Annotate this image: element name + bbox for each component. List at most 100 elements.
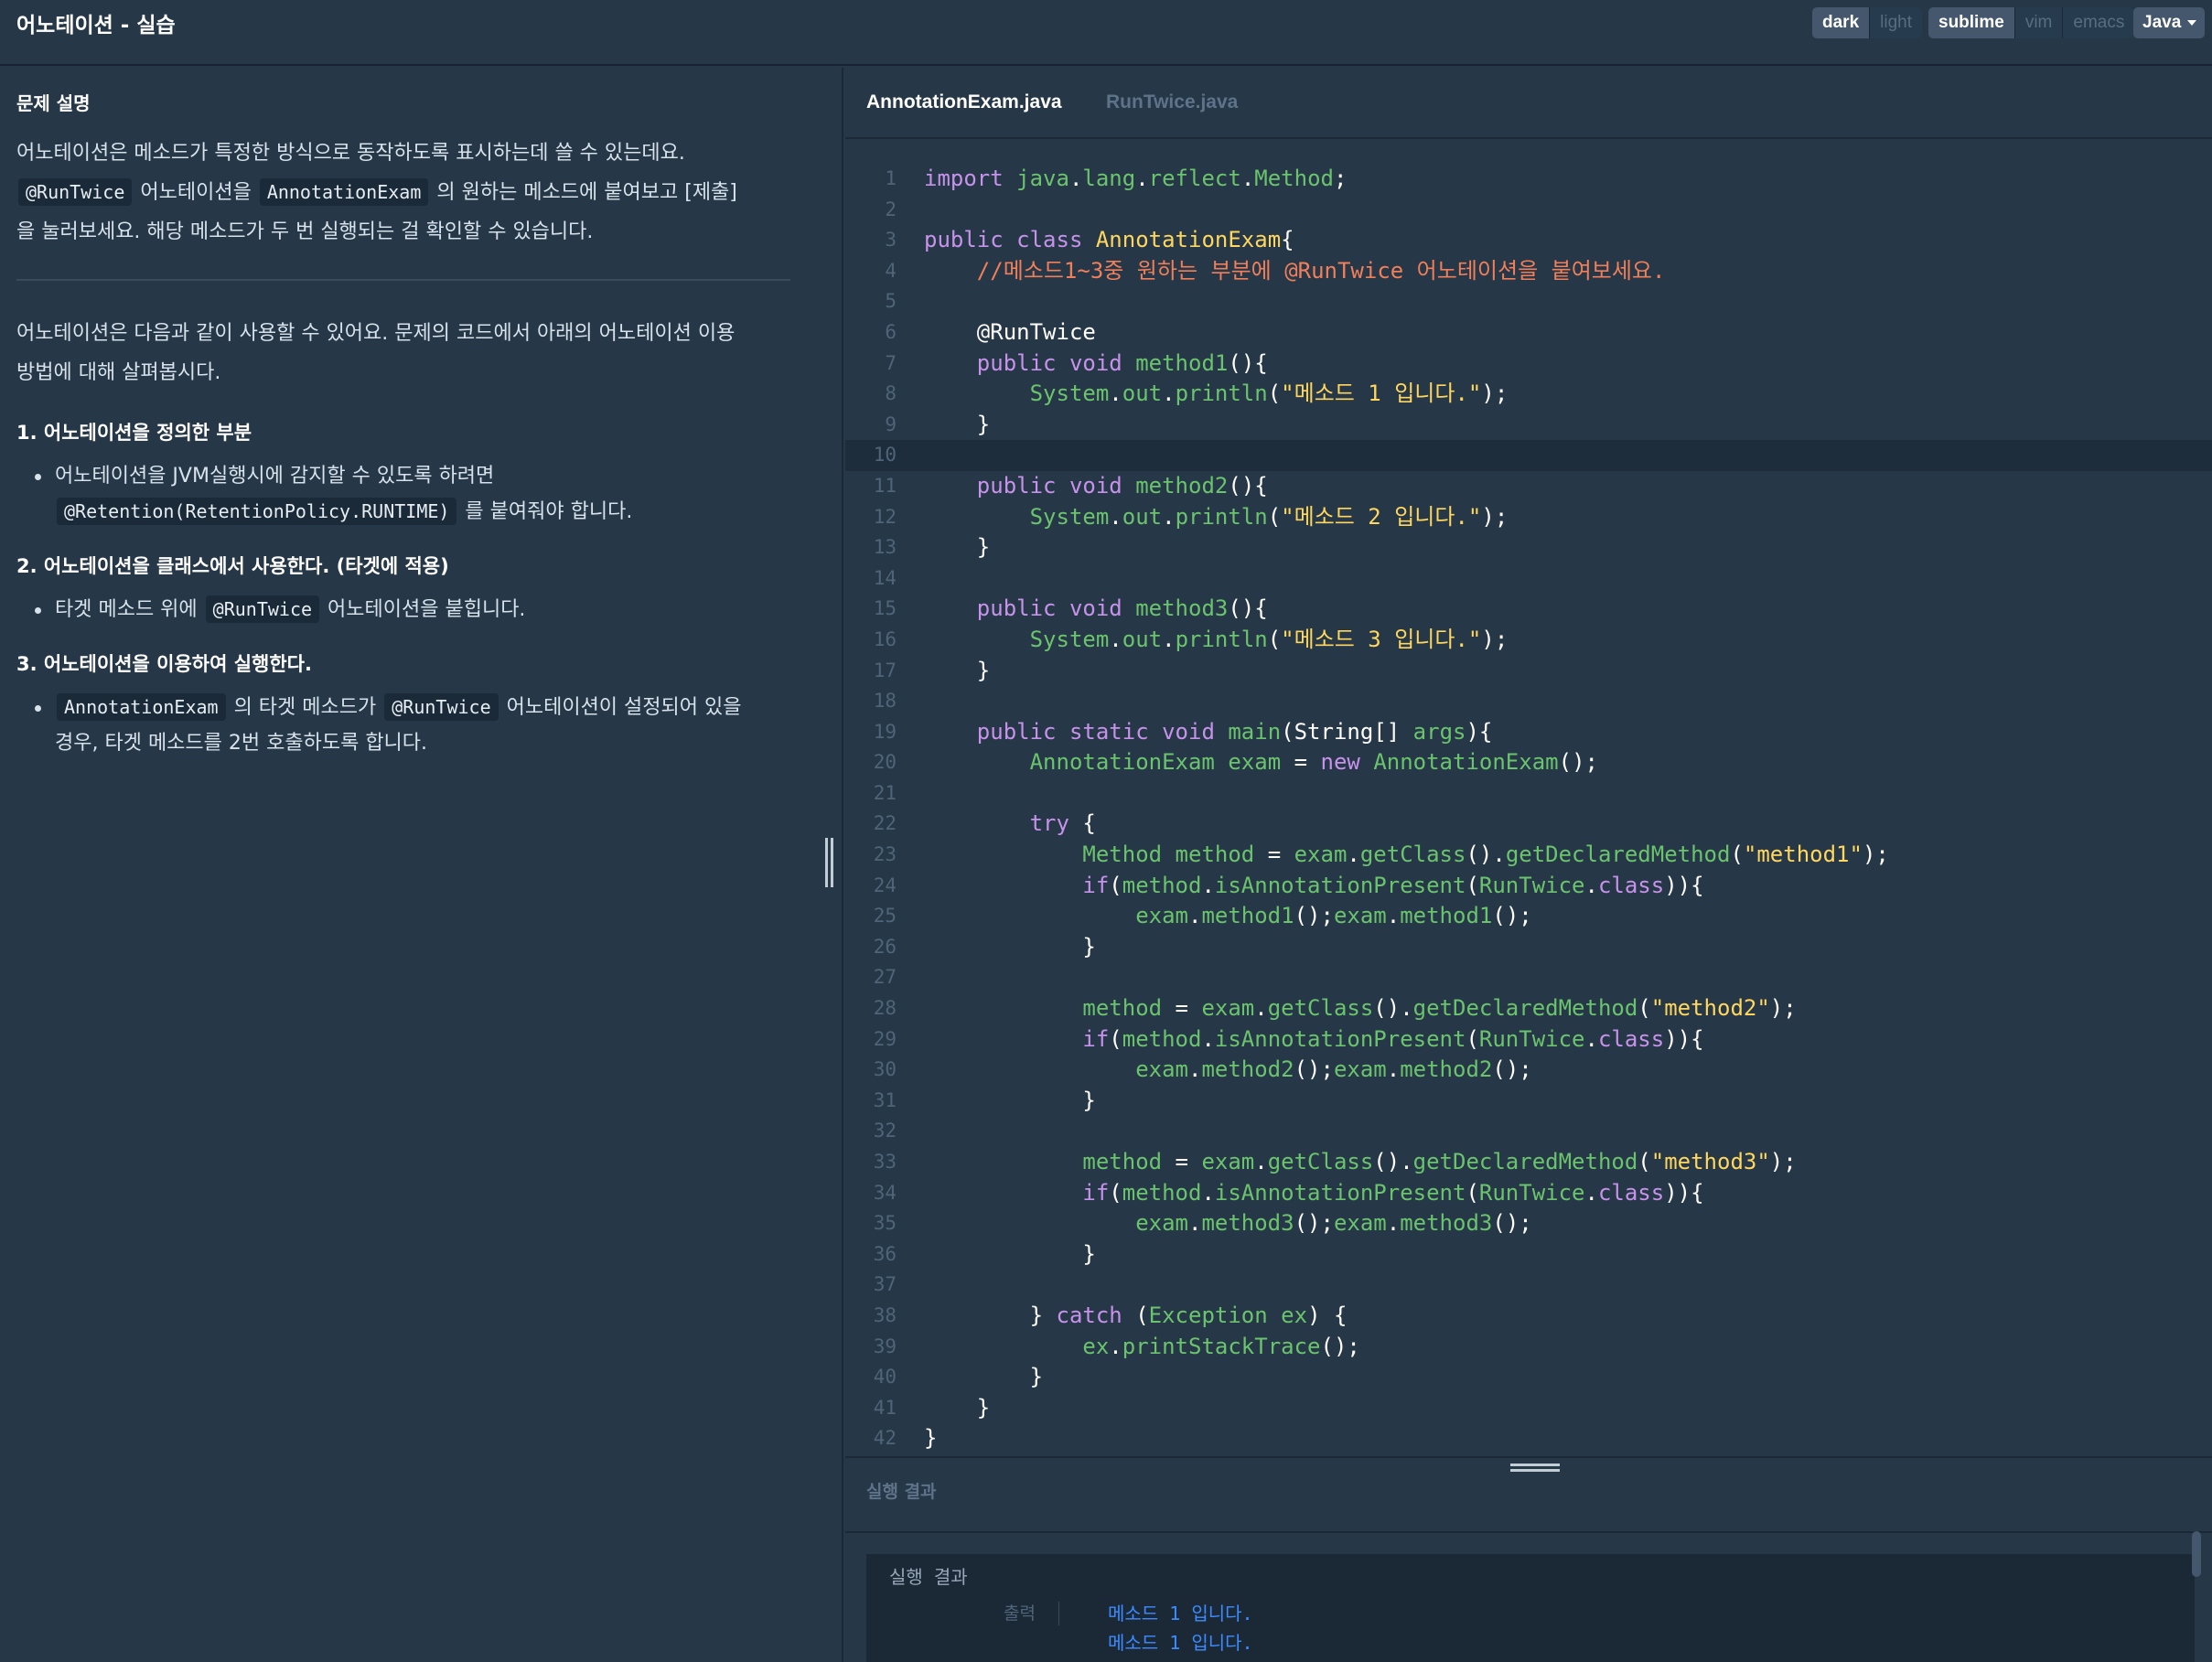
- code-text: } catch (Exception ex) {: [1029, 1302, 1348, 1328]
- code-line[interactable]: 10: [845, 440, 2212, 471]
- code-line[interactable]: 40 }: [845, 1362, 2212, 1393]
- step3-heading: 3. 어노테이션을 이용하여 실행한다.: [16, 653, 312, 675]
- page-title: 어노테이션 - 실습: [16, 14, 176, 38]
- code-line[interactable]: 15 public void method3(){: [845, 594, 2212, 625]
- intro-text-4: 을 눌러보세요. 해당 메소드가 두 번 실행되는 걸 확인할 수 있습니다.: [16, 220, 594, 243]
- step1-heading: 1. 어노테이션을 정의한 부분: [16, 422, 252, 444]
- code-line[interactable]: 3 public class AnnotationExam{: [845, 225, 2212, 256]
- code-line[interactable]: 20 AnnotationExam exam = new AnnotationE…: [845, 747, 2212, 778]
- code-line[interactable]: 29 if(method.isAnnotationPresent(RunTwic…: [845, 1024, 2212, 1056]
- intro-text-2: 어노테이션을: [134, 181, 258, 204]
- code-text: public void method2(){: [976, 472, 1268, 499]
- code-line[interactable]: 22 try {: [845, 809, 2212, 840]
- code-line[interactable]: 30 exam.method2();exam.method2();: [845, 1055, 2212, 1086]
- line-number: 31: [873, 1088, 897, 1111]
- inline-code: @RunTwice: [205, 595, 320, 623]
- theme-dark-button[interactable]: dark: [1812, 7, 1871, 38]
- code-text: if(method.isAnnotationPresent(RunTwice.c…: [1082, 1025, 1704, 1052]
- code-text: method = exam.getClass().getDeclaredMeth…: [1082, 1149, 1797, 1174]
- code-line[interactable]: 12 System.out.println("메소드 2 입니다.");: [845, 502, 2212, 533]
- code-text: //메소드1~3중 원하는 부분에 @RunTwice 어노테이션을 붙여보세요…: [924, 257, 1666, 284]
- code-line[interactable]: 35 exam.method3();exam.method3();: [845, 1208, 2212, 1239]
- code-line[interactable]: 17 }: [845, 656, 2212, 687]
- line-number: 11: [873, 474, 897, 497]
- code-line[interactable]: 9 }: [845, 410, 2212, 441]
- code-line[interactable]: 18: [845, 686, 2212, 717]
- code-line[interactable]: 41 }: [845, 1393, 2212, 1424]
- code-line[interactable]: 21: [845, 778, 2212, 810]
- code-text: AnnotationExam exam = new AnnotationExam…: [1029, 749, 1598, 776]
- tab-runtwice-java[interactable]: RunTwice.java: [1106, 90, 1238, 115]
- keymap-vim-button[interactable]: vim: [2014, 7, 2064, 38]
- code-line[interactable]: 16 System.out.println("메소드 3 입니다.");: [845, 625, 2212, 656]
- code-text: ex.printStackTrace();: [1082, 1333, 1360, 1359]
- code-line[interactable]: 4 //메소드1~3중 원하는 부분에 @RunTwice 어노테이션을 붙여보…: [845, 256, 2212, 287]
- code-line[interactable]: 42}: [845, 1423, 2212, 1454]
- list-item: 타겟 메소드 위에 @RunTwice 어노테이션을 붙힙니다.: [35, 592, 790, 627]
- step3-text-1: 의 타겟 메소드가: [227, 696, 383, 719]
- vertical-resize-handle[interactable]: [825, 838, 838, 887]
- line-number: 9: [885, 413, 897, 435]
- code-line[interactable]: 38 } catch (Exception ex) {: [845, 1301, 2212, 1332]
- code-line[interactable]: 39 ex.printStackTrace();: [845, 1332, 2212, 1363]
- line-number: 35: [873, 1212, 897, 1235]
- language-select-value: Java: [2142, 13, 2182, 32]
- code-line[interactable]: 11 public void method2(){: [845, 471, 2212, 502]
- code-line[interactable]: 27: [845, 962, 2212, 993]
- line-number: 21: [873, 781, 897, 804]
- code-line[interactable]: 33 method = exam.getClass().getDeclaredM…: [845, 1147, 2212, 1178]
- code-line[interactable]: 6 @RunTwice: [845, 317, 2212, 348]
- tab-annotationexam-java[interactable]: AnnotationExam.java: [866, 90, 1062, 115]
- console-separator: [1058, 1602, 1059, 1625]
- code-line[interactable]: 19 public static void main(String[] args…: [845, 717, 2212, 748]
- line-number: 28: [873, 997, 897, 1020]
- code-line[interactable]: 34 if(method.isAnnotationPresent(RunTwic…: [845, 1178, 2212, 1209]
- code-editor[interactable]: 1 import java.lang.reflect.Method; 2 3 publi…: [845, 164, 2212, 1454]
- code-line[interactable]: 25 exam.method1();exam.method1();: [845, 901, 2212, 932]
- keymap-emacs-button[interactable]: emacs: [2063, 7, 2135, 38]
- inline-code: @RunTwice: [384, 693, 499, 721]
- code-line[interactable]: 5: [845, 286, 2212, 317]
- step2-text-1: 타겟 메소드 위에: [55, 598, 204, 621]
- code-line[interactable]: 26 }: [845, 932, 2212, 963]
- step3-list: AnnotationExam 의 타겟 메소드가 @RunTwice 어노테이션…: [35, 690, 790, 761]
- code-line[interactable]: 2: [845, 195, 2212, 226]
- intro-text-1: 어노테이션은 메소드가 특정한 방식으로 동작하도록 표시하는데 쓸 수 있는데…: [16, 142, 685, 165]
- code-line[interactable]: 7 public void method1(){: [845, 348, 2212, 380]
- problem-description-panel[interactable]: 문제 설명 어노테이션은 메소드가 특정한 방식으로 동작하도록 표시하는데 쓸…: [0, 68, 843, 1662]
- code-line[interactable]: 24 if(method.isAnnotationPresent(RunTwic…: [845, 871, 2212, 902]
- grip-line: [831, 838, 833, 887]
- code-line[interactable]: 13 }: [845, 532, 2212, 563]
- keymap-sublime-button[interactable]: sublime: [1928, 7, 2015, 38]
- theme-light-button[interactable]: light: [1870, 7, 1922, 38]
- code-line[interactable]: 31 }: [845, 1086, 2212, 1117]
- line-number: 14: [873, 566, 897, 589]
- code-text: exam.method3();exam.method3();: [1135, 1210, 1532, 1237]
- line-number: 22: [873, 812, 897, 835]
- line-number: 26: [873, 935, 897, 958]
- list-item: AnnotationExam 의 타겟 메소드가 @RunTwice 어노테이션…: [35, 690, 790, 761]
- line-number: 41: [873, 1396, 897, 1419]
- step3-text-2: 어노테이션이 설정되어 있을: [499, 696, 742, 719]
- output-scrollbar[interactable]: [2192, 1531, 2201, 1577]
- line-number: 32: [873, 1120, 897, 1142]
- code-line[interactable]: 37: [845, 1270, 2212, 1301]
- code-line[interactable]: 23 Method method = exam.getClass().getDe…: [845, 840, 2212, 871]
- code-text: System.out.println("메소드 1 입니다.");: [1029, 381, 1509, 407]
- code-line[interactable]: 36 }: [845, 1239, 2212, 1271]
- console-output[interactable]: 실행 결과 출력 메소드 1 입니다. 메소드 1 입니다.: [866, 1554, 2195, 1662]
- code-text: public void method3(){: [976, 595, 1268, 622]
- code-text: if(method.isAnnotationPresent(RunTwice.c…: [1082, 872, 1704, 898]
- code-line[interactable]: 14: [845, 563, 2212, 595]
- code-line[interactable]: 1 import java.lang.reflect.Method;: [845, 164, 2212, 195]
- line-number: 34: [873, 1181, 897, 1204]
- code-line[interactable]: 8 System.out.println("메소드 1 입니다.");: [845, 379, 2212, 410]
- language-select[interactable]: Java: [2133, 7, 2205, 38]
- code-text: }: [1029, 1364, 1044, 1390]
- code-line[interactable]: 28 method = exam.getClass().getDeclaredM…: [845, 993, 2212, 1024]
- line-number: 40: [873, 1366, 897, 1389]
- code-line[interactable]: 32: [845, 1116, 2212, 1147]
- horizontal-resize-handle[interactable]: [1510, 1462, 1560, 1474]
- inline-code: AnnotationExam: [57, 693, 226, 721]
- line-number: 17: [873, 659, 897, 681]
